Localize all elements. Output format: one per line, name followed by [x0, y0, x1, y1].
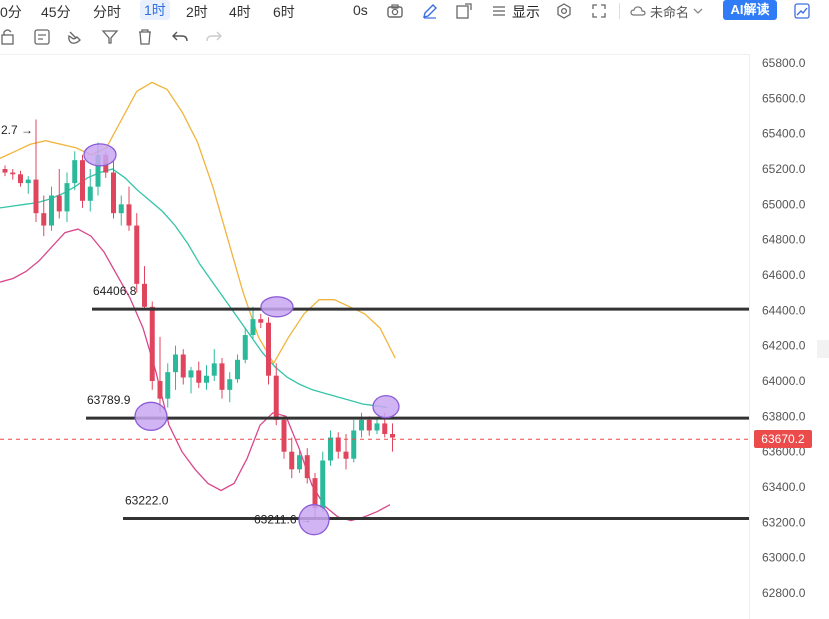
candle-body: [235, 359, 240, 380]
y-tick-label: 63400.0: [762, 480, 806, 494]
candle-body: [25, 179, 31, 184]
highlight-marker: [83, 143, 117, 167]
level-label: 63222.0: [125, 493, 169, 507]
y-tick-label: 64400.0: [762, 303, 806, 317]
candle-body: [351, 430, 357, 459]
candle-body: [196, 370, 202, 383]
candle-body: [165, 372, 171, 399]
candle-body: [72, 160, 78, 184]
candle-body: [211, 363, 217, 376]
y-tick-label: 63800.0: [762, 409, 806, 423]
high-price-annotation: 2.7 →: [1, 123, 33, 137]
y-tick-label: 63000.0: [762, 551, 806, 565]
y-tick-label: 62800.0: [762, 586, 806, 600]
candle-body: [219, 363, 225, 390]
candle-body: [242, 335, 248, 360]
y-tick-label: 65600.0: [762, 91, 806, 105]
y-tick-label: 64600.0: [762, 268, 806, 282]
level-label: 64406.8: [93, 284, 137, 298]
y-tick-label: 65400.0: [762, 127, 806, 141]
highlight-marker: [134, 401, 168, 431]
y-tick-label: 64000.0: [762, 374, 806, 388]
candle-body: [157, 381, 163, 399]
candle-body: [250, 319, 256, 336]
candle-body: [312, 478, 318, 509]
highlight-marker: [372, 394, 400, 419]
y-tick-label: 65000.0: [762, 197, 806, 211]
y-tick-label: 65800.0: [762, 56, 806, 70]
candle-body: [328, 437, 333, 461]
candle-body: [204, 375, 209, 383]
candle-body: [56, 195, 62, 212]
highlight-marker: [260, 296, 294, 318]
candle-body: [10, 172, 16, 175]
highlight-marker: [298, 504, 330, 536]
candle-body: [18, 174, 23, 184]
candlestick-chart[interactable]: 62800.063000.063200.063400.063600.063800…: [0, 0, 829, 619]
candle-body: [227, 379, 233, 390]
candle-body: [64, 183, 70, 212]
candle-body: [111, 172, 116, 214]
candle-body: [297, 455, 302, 470]
candle-body: [320, 460, 326, 509]
candle-body: [134, 225, 140, 284]
candle-body: [343, 451, 349, 459]
y-tick-label: 63200.0: [762, 515, 806, 529]
candle-body: [180, 354, 186, 378]
candle-body: [118, 204, 124, 214]
y-tick-label: 65200.0: [762, 162, 806, 176]
current-price-tag: 63670.2: [754, 430, 812, 448]
side-panel-handle[interactable]: [817, 340, 829, 358]
candle-body: [359, 419, 364, 431]
candle-body: [281, 419, 287, 452]
candle-body: [304, 455, 310, 479]
candle-body: [266, 322, 271, 376]
candle-body: [273, 375, 279, 420]
candle-body: [258, 319, 264, 323]
candle-body: [390, 434, 395, 438]
candle-body: [126, 204, 132, 226]
candle-body: [49, 195, 54, 226]
candle-body: [33, 179, 39, 214]
candle-body: [289, 451, 295, 470]
upper-band-line: [0, 81, 396, 365]
candle-body: [149, 306, 155, 381]
candle-body: [188, 370, 194, 378]
y-tick-label: 64200.0: [762, 339, 806, 353]
candle-body: [41, 213, 47, 226]
lower-band-line: [0, 228, 391, 522]
y-tick-label: 64800.0: [762, 233, 806, 247]
candle-body: [382, 423, 388, 434]
candle-body: [142, 283, 147, 307]
candle-body: [173, 354, 178, 373]
level-label: 63789.9: [87, 393, 131, 407]
candle-body: [87, 186, 93, 201]
candle-body: [366, 419, 372, 431]
candle-body: [80, 160, 85, 201]
candle-body: [2, 169, 8, 173]
candle-body: [374, 423, 380, 431]
